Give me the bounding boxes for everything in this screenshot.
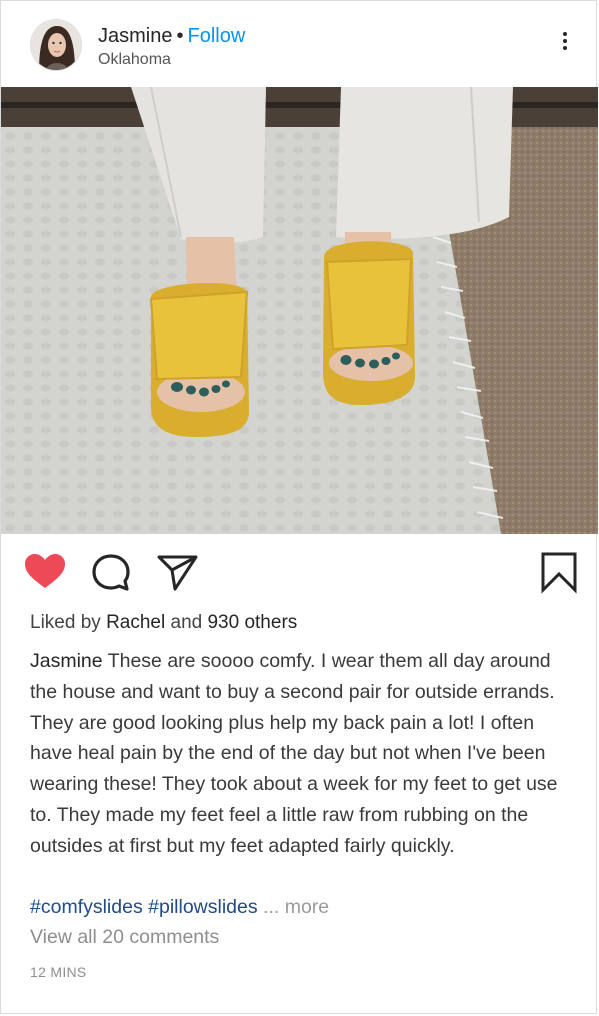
heart-filled-icon[interactable] bbox=[23, 552, 67, 592]
bookmark-icon[interactable] bbox=[539, 550, 579, 594]
caption-username[interactable]: Jasmine bbox=[30, 650, 103, 672]
action-bar bbox=[1, 534, 598, 604]
post-image[interactable] bbox=[1, 87, 598, 534]
avatar[interactable] bbox=[30, 19, 82, 71]
view-all-comments-link[interactable]: View all 20 comments bbox=[30, 926, 219, 949]
hashtag-link[interactable]: #comfyslides bbox=[30, 896, 143, 918]
hashtags-line: #comfyslides #pillowslides ... more bbox=[30, 892, 329, 922]
separator-dot: • bbox=[176, 25, 184, 47]
paper-plane-icon[interactable] bbox=[155, 552, 199, 592]
caption-text: These are soooo comfy. I wear them all d… bbox=[30, 650, 558, 857]
hashtag-link[interactable]: #pillowslides bbox=[148, 896, 257, 918]
likes-summary: Liked by Rachel and 930 others bbox=[30, 612, 297, 634]
likes-prefix: Liked by bbox=[30, 612, 101, 633]
more-options-icon[interactable] bbox=[553, 29, 577, 61]
post-header: Jasmine • Follow Oklahoma bbox=[1, 1, 598, 87]
follow-button[interactable]: Follow bbox=[188, 25, 246, 47]
post-card: Jasmine • Follow Oklahoma Liked by Rache… bbox=[0, 0, 598, 1014]
comment-bubble-icon[interactable] bbox=[89, 552, 133, 592]
username[interactable]: Jasmine bbox=[98, 25, 172, 47]
more-link[interactable]: ... more bbox=[263, 896, 329, 918]
liked-by-user[interactable]: Rachel bbox=[106, 612, 165, 633]
user-line: Jasmine • Follow bbox=[98, 24, 245, 48]
post-timestamp: 12 MINS bbox=[30, 964, 87, 980]
likes-others-count[interactable]: 930 others bbox=[207, 612, 297, 633]
likes-and: and bbox=[170, 612, 203, 633]
caption: Jasmine These are soooo comfy. I wear th… bbox=[30, 646, 578, 862]
location-label[interactable]: Oklahoma bbox=[98, 51, 171, 69]
